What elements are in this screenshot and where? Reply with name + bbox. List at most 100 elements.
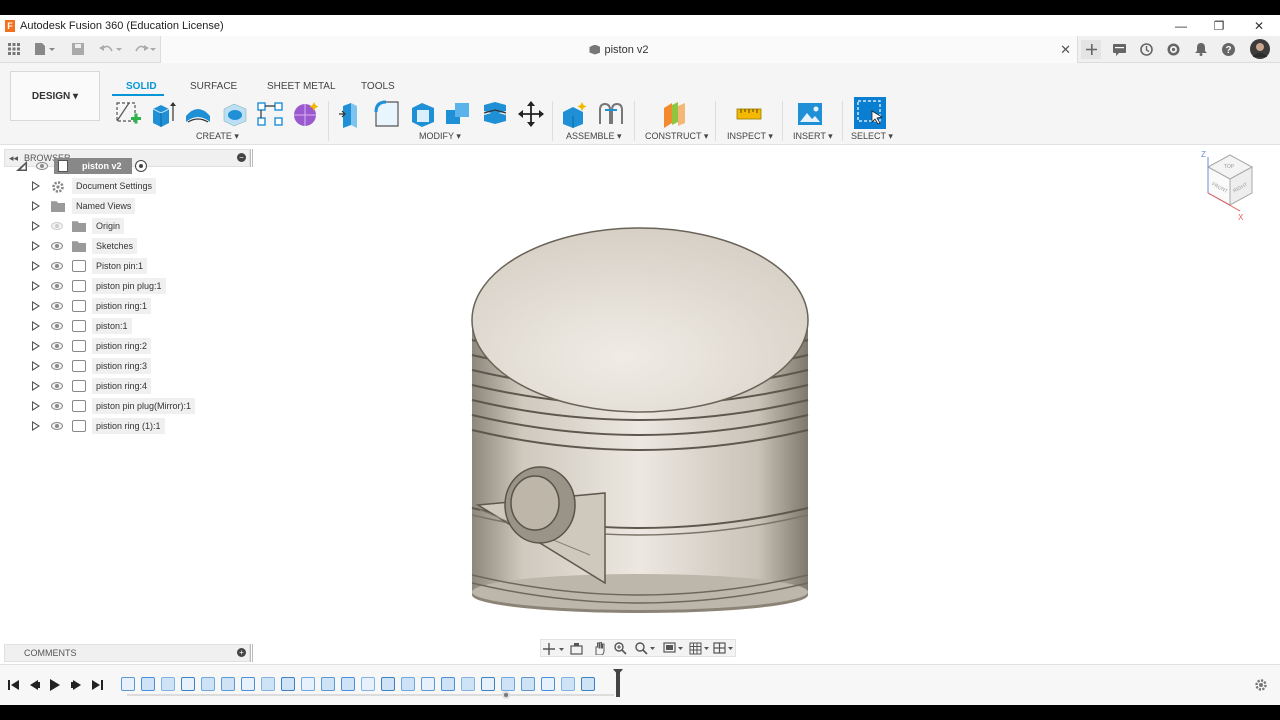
step-back-icon[interactable] [27, 677, 43, 693]
maximize-button[interactable]: ❐ [1204, 15, 1234, 36]
offset-plane-icon[interactable] [661, 100, 689, 128]
timeline-feature[interactable] [581, 677, 595, 691]
zoom-icon[interactable] [613, 642, 627, 655]
browser-item[interactable]: piston:1 [0, 316, 250, 336]
new-component-icon[interactable] [561, 100, 589, 128]
timeline-feature[interactable] [221, 677, 235, 691]
create-group-label[interactable]: CREATE ▾ [196, 131, 239, 142]
expand-arrow-icon[interactable] [32, 261, 40, 271]
create-sketch-icon[interactable] [114, 100, 142, 128]
move-copy-icon[interactable] [517, 100, 545, 128]
select-group-label[interactable]: SELECT ▾ [851, 131, 893, 142]
insert-group-label[interactable]: INSERT ▾ [793, 131, 833, 142]
undo-icon[interactable] [96, 41, 124, 57]
save-icon[interactable] [69, 41, 87, 57]
extrude-icon[interactable] [149, 100, 177, 128]
hole-icon[interactable] [221, 100, 249, 128]
expand-arrow-icon[interactable] [32, 381, 40, 391]
add-comment-icon[interactable]: + [237, 648, 246, 657]
revolve-icon[interactable] [184, 100, 212, 128]
construct-group-label[interactable]: CONSTRUCT ▾ [645, 131, 708, 142]
step-forward-icon[interactable] [68, 677, 84, 693]
redo-icon[interactable] [130, 41, 158, 57]
timeline-feature[interactable] [241, 677, 255, 691]
timeline-feature[interactable] [141, 677, 155, 691]
comments-panel-header[interactable]: COMMENTS + [4, 644, 250, 662]
display-settings-icon[interactable] [663, 642, 685, 655]
visibility-eye-icon[interactable] [51, 362, 63, 370]
tab-solid[interactable]: SOLID [126, 81, 157, 92]
browser-item[interactable]: Named Views [0, 196, 250, 216]
timeline-feature[interactable] [341, 677, 355, 691]
play-icon[interactable] [47, 677, 63, 693]
file-menu-icon[interactable] [32, 41, 58, 57]
visibility-eye-icon[interactable] [51, 262, 63, 270]
timeline-feature[interactable] [421, 677, 435, 691]
browser-item[interactable]: pistion ring:4 [0, 376, 250, 396]
modify-group-label[interactable]: MODIFY ▾ [419, 131, 461, 142]
timeline-scroll-handle[interactable] [502, 691, 510, 699]
shell-icon[interactable] [409, 100, 437, 128]
timeline-feature[interactable] [481, 677, 495, 691]
timeline-feature[interactable] [441, 677, 455, 691]
timeline-feature[interactable] [121, 677, 135, 691]
extensions-chat-icon[interactable] [1110, 41, 1128, 58]
history-clock-icon[interactable] [1164, 41, 1182, 58]
browser-resize-handle[interactable] [250, 149, 253, 167]
visibility-eye-icon[interactable] [51, 322, 63, 330]
visibility-eye-icon[interactable] [51, 402, 63, 410]
timeline-feature[interactable] [161, 677, 175, 691]
look-at-icon[interactable] [569, 642, 583, 655]
piston-model-viewport[interactable] [460, 205, 820, 625]
visibility-eye-icon[interactable] [51, 222, 63, 230]
expand-arrow-icon[interactable] [32, 301, 40, 311]
timeline-feature[interactable] [401, 677, 415, 691]
joint-icon[interactable] [597, 100, 625, 128]
comments-resize-handle[interactable] [250, 644, 253, 662]
timeline-feature[interactable] [181, 677, 195, 691]
visibility-eye-icon[interactable] [51, 422, 63, 430]
timeline-feature[interactable] [561, 677, 575, 691]
timeline-feature[interactable] [361, 677, 375, 691]
visibility-eye-icon[interactable] [51, 382, 63, 390]
viewcube-widget[interactable]: TOP FRONT RIGHT Z X [1196, 145, 1266, 225]
expand-arrow-icon[interactable] [32, 361, 40, 371]
fit-zoom-icon[interactable] [635, 642, 657, 655]
browser-item[interactable]: piston pin plug(Mirror):1 [0, 396, 250, 416]
expand-arrow-icon[interactable] [32, 401, 40, 411]
timeline-feature[interactable] [541, 677, 555, 691]
grid-settings-icon[interactable] [689, 642, 711, 655]
visibility-eye-icon[interactable] [51, 282, 63, 290]
visibility-eye-icon[interactable] [51, 302, 63, 310]
expand-arrow-icon[interactable] [32, 421, 40, 431]
tab-close-icon[interactable]: ✕ [1060, 42, 1071, 58]
browser-item[interactable]: Piston pin:1 [0, 256, 250, 276]
create-form-icon[interactable] [292, 100, 320, 128]
timeline-marker[interactable] [616, 671, 620, 697]
fillet-icon[interactable] [373, 100, 401, 128]
expand-arrow-icon[interactable] [32, 321, 40, 331]
timeline-feature[interactable] [261, 677, 275, 691]
tab-tools[interactable]: TOOLS [361, 81, 395, 92]
viewports-icon[interactable] [713, 642, 735, 655]
rectangular-pattern-icon[interactable] [256, 100, 284, 128]
browser-item[interactable]: pistion ring:3 [0, 356, 250, 376]
browser-item[interactable]: pistion ring (1):1 [0, 416, 250, 436]
expand-collapse-icon[interactable] [16, 161, 28, 171]
tab-surface[interactable]: SURFACE [190, 81, 237, 92]
timeline-feature[interactable] [321, 677, 335, 691]
timeline-settings-gear-icon[interactable] [1253, 677, 1269, 693]
document-tab-piston[interactable]: piston v2 ✕ [160, 36, 1078, 63]
expand-arrow-icon[interactable] [32, 181, 40, 191]
expand-arrow-icon[interactable] [32, 221, 40, 231]
help-icon[interactable]: ? [1219, 41, 1237, 58]
browser-item[interactable]: Sketches [0, 236, 250, 256]
browser-item[interactable]: Document Settings [0, 176, 250, 196]
measure-icon[interactable] [735, 100, 763, 128]
browser-item[interactable]: Origin [0, 216, 250, 236]
press-pull-icon[interactable] [337, 100, 365, 128]
select-icon[interactable] [854, 97, 886, 129]
user-avatar[interactable] [1250, 39, 1270, 59]
timeline-feature[interactable] [501, 677, 515, 691]
timeline-feature[interactable] [521, 677, 535, 691]
